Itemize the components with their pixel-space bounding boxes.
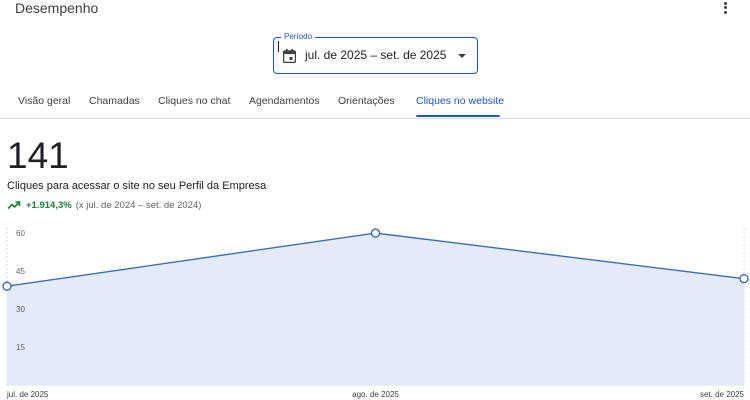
chart-data-point[interactable] — [739, 273, 749, 284]
tab-cliques-no-website[interactable]: Cliques no website — [416, 95, 504, 107]
chart-data-point[interactable] — [370, 228, 381, 238]
dot-icon — [723, 6, 727, 10]
x-tick-label: jul. de 2025 — [6, 390, 49, 399]
trend-row: +1.914,3% (x jul. de 2024 – set. de 2024… — [7, 198, 201, 212]
period-value: jul. de 2025 – set. de 2025 — [305, 48, 447, 62]
trend-value: +1.914,3% — [26, 199, 72, 211]
metric-value: 141 — [7, 135, 69, 176]
tab-cliques-no-chat[interactable]: Cliques no chat — [158, 95, 230, 107]
dot-icon — [723, 10, 727, 14]
tab-chamadas[interactable]: Chamadas — [89, 95, 140, 107]
tab-orientacoes[interactable]: Orientações — [338, 95, 395, 107]
y-tick-label: 60 — [16, 229, 25, 238]
caret-down-icon — [458, 54, 466, 58]
y-tick-label: 30 — [16, 305, 25, 314]
more-options-icon[interactable] — [719, 0, 731, 14]
dot-icon — [723, 1, 727, 5]
chart-area-fill — [7, 233, 744, 385]
performance-chart: 15 30 45 60 jul. de 2025 ago. de 2025 set. de … — [2, 228, 749, 399]
trend-comparison: (x jul. de 2024 – set. de 2024) — [75, 199, 202, 211]
tab-visao-geral[interactable]: Visão geral — [18, 95, 70, 107]
calendar-icon — [283, 49, 296, 63]
tab-agendamentos[interactable]: Agendamentos — [249, 95, 320, 107]
x-tick-label: set. de 2025 — [700, 390, 745, 399]
x-tick-label: ago. de 2025 — [352, 390, 399, 399]
period-label: Período — [281, 31, 316, 43]
metric-description: Cliques para acessar o site no seu Perfi… — [7, 180, 267, 192]
page-title: Desempenho — [15, 0, 99, 16]
chart-data-point[interactable] — [2, 281, 12, 291]
text-cursor — [278, 41, 279, 52]
y-tick-label: 15 — [16, 343, 25, 352]
y-tick-label: 45 — [16, 267, 25, 276]
period-select[interactable]: Período jul. de 2025 – set. de 2025 — [273, 31, 478, 74]
active-tab-indicator — [416, 115, 500, 117]
trending-up-icon — [7, 201, 21, 210]
tab-bar: Visão geral Chamadas Cliques no chat Age… — [0, 88, 750, 119]
